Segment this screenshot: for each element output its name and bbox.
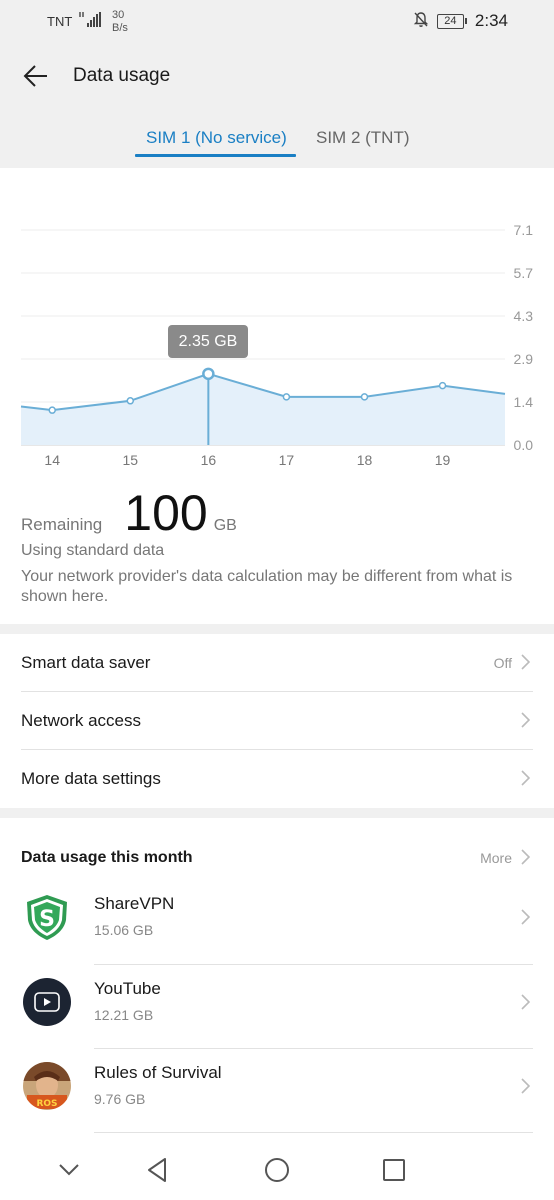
remaining-value: 100 [124, 485, 208, 541]
section-gap [0, 808, 554, 818]
tab-sim1[interactable]: SIM 1 (No service) [146, 128, 287, 148]
data-point [360, 393, 369, 401]
bell-muted-icon [413, 11, 429, 31]
app-size: 9.76 GB [94, 1091, 146, 1107]
x-tick-label: 15 [123, 452, 139, 468]
recent-apps-square-icon[interactable] [378, 1154, 410, 1186]
status-right: 24 2:34 [413, 11, 508, 31]
status-bar: TNT 30 B/s 24 2:34 [0, 0, 554, 44]
battery-icon: 24 [436, 13, 467, 29]
clock: 2:34 [474, 11, 508, 30]
y-tick-label: 4.3 [514, 308, 534, 324]
battery-level: 24 [436, 13, 464, 29]
navigation-bar [0, 1140, 554, 1200]
app-name: ShareVPN [94, 894, 175, 913]
network-speed: 30 B/s [112, 9, 128, 35]
selected-data-point [202, 367, 215, 381]
app-row-rules-of-survival[interactable]: ROS Rules of Survival 9.76 GB [0, 1049, 554, 1133]
data-point [48, 406, 56, 414]
back-arrow-icon[interactable] [20, 60, 52, 92]
section-gap [0, 624, 554, 634]
chevron-right-icon [521, 654, 530, 670]
speed-value: 30 [112, 9, 125, 21]
x-tick-label: 17 [279, 452, 295, 468]
chevron-right-icon [521, 909, 530, 925]
smart-data-saver-value: Off [493, 655, 512, 671]
youtube-icon [22, 977, 72, 1027]
app-header: Data usage SIM 1 (No service) SIM 2 (TNT… [0, 44, 554, 168]
y-tick-label: 0.0 [514, 437, 534, 453]
rules-of-survival-icon: ROS [22, 1061, 72, 1111]
data-point [282, 393, 291, 401]
app-size: 12.21 GB [94, 1007, 154, 1023]
y-tick-label: 2.9 [514, 351, 534, 367]
app-name: Rules of Survival [94, 1063, 222, 1082]
y-tick-label: 5.7 [514, 265, 534, 281]
chevron-right-icon[interactable] [520, 849, 530, 865]
sharevpn-icon: S [22, 892, 72, 942]
more-link[interactable]: More [480, 850, 512, 866]
chart-tooltip: 2.35 GB [168, 325, 248, 358]
x-tick-label: 18 [357, 452, 373, 468]
y-tick-label: 7.1 [514, 222, 534, 238]
data-mode-text: Using standard data [21, 542, 165, 559]
tab-sim2[interactable]: SIM 2 (TNT) [316, 128, 410, 148]
home-circle-icon[interactable] [261, 1154, 293, 1186]
divider [94, 1132, 533, 1133]
disclaimer-text: Your network provider's data calculation… [21, 568, 513, 605]
network-access-item[interactable]: Network access [0, 692, 554, 750]
chevron-right-icon [521, 770, 530, 786]
x-tick-label: 14 [44, 452, 60, 468]
chart-svg: 7.1 5.7 4.3 2.9 1.4 0.0 14 15 16 17 18 19 [20, 222, 534, 468]
app-row-sharevpn[interactable]: S ShareVPN 15.06 GB [0, 880, 554, 964]
data-usage-chart[interactable]: 7.1 5.7 4.3 2.9 1.4 0.0 14 15 16 17 18 19 2.35 GB [0, 168, 554, 478]
carrier-label: TNT [47, 14, 73, 29]
signal-icon [79, 12, 103, 31]
chevron-right-icon [521, 1078, 530, 1094]
remaining-summary: Remaining 100 GB [21, 484, 237, 541]
page-title: Data usage [73, 65, 171, 86]
smart-data-saver-label: Smart data saver [21, 653, 151, 672]
app-row-youtube[interactable]: YouTube 12.21 GB [0, 965, 554, 1049]
data-point [438, 381, 447, 390]
active-tab-indicator [135, 154, 296, 157]
data-point [126, 397, 135, 405]
app-size: 15.06 GB [94, 922, 154, 938]
x-tick-label: 16 [201, 452, 217, 468]
collapse-chevron-icon[interactable] [53, 1154, 85, 1186]
svg-text:S: S [39, 907, 55, 932]
remaining-label: Remaining [21, 515, 103, 534]
network-access-label: Network access [21, 711, 141, 730]
y-tick-label: 1.4 [514, 394, 534, 410]
x-tick-label: 19 [435, 452, 451, 468]
usage-area [21, 373, 505, 445]
app-name: YouTube [94, 979, 161, 998]
monthly-usage-title: Data usage this month [21, 849, 193, 866]
smart-data-saver-item[interactable]: Smart data saver Off [0, 634, 554, 692]
more-data-settings-item[interactable]: More data settings [0, 750, 554, 808]
remaining-unit: GB [213, 517, 237, 534]
chevron-right-icon [521, 994, 530, 1010]
chevron-right-icon [521, 712, 530, 728]
svg-text:ROS: ROS [36, 1099, 57, 1109]
more-data-settings-label: More data settings [21, 769, 161, 788]
back-triangle-icon[interactable] [142, 1154, 174, 1186]
speed-unit: B/s [112, 22, 128, 34]
